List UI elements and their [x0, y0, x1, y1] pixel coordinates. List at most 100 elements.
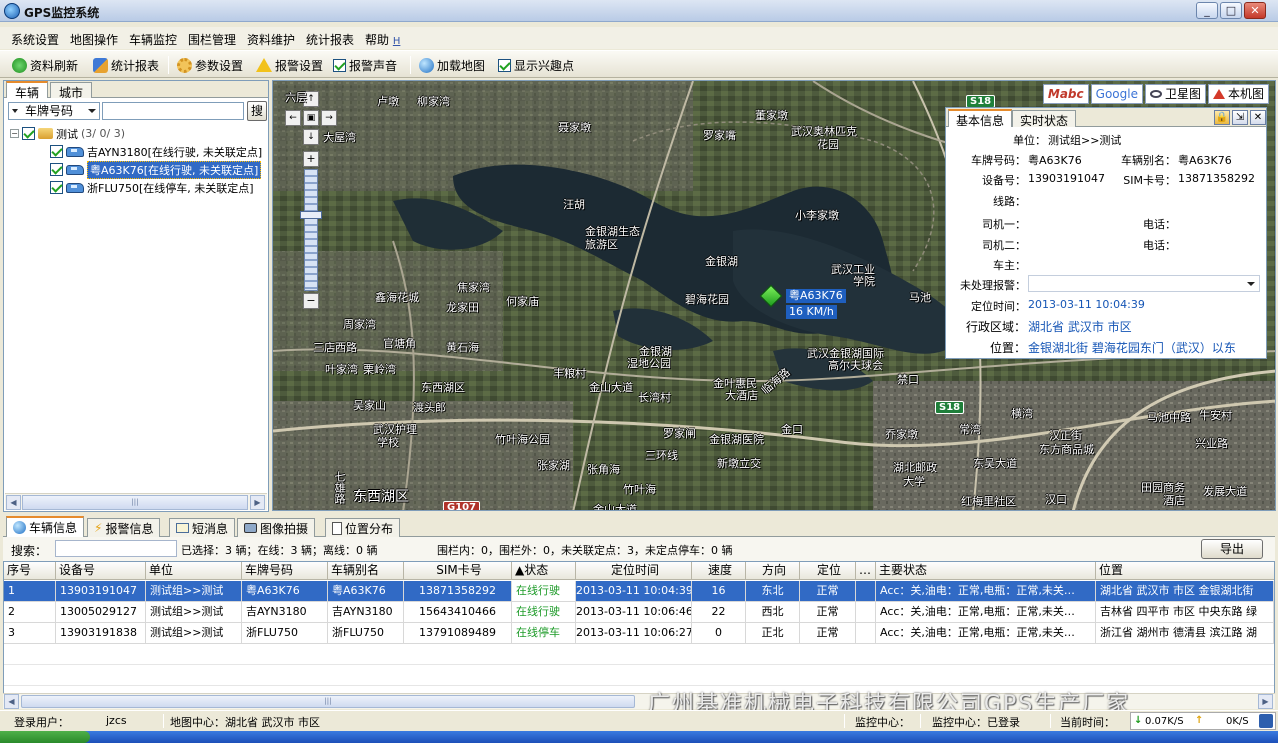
- menu-reports[interactable]: 统计报表: [306, 31, 354, 48]
- menu-map-operations[interactable]: 地图操作: [70, 31, 118, 48]
- refresh-data-button[interactable]: 资料刷新: [12, 56, 78, 74]
- map-label: 六层: [285, 91, 307, 104]
- map-label: 大酒店: [725, 389, 758, 402]
- map-label: 学院: [853, 275, 875, 288]
- cell: 正常: [800, 602, 856, 623]
- export-button[interactable]: 导出: [1201, 539, 1263, 559]
- parameter-settings-button[interactable]: 参数设置: [177, 56, 243, 74]
- popout-icon[interactable]: ⇲: [1232, 110, 1248, 125]
- col-speed[interactable]: 速度: [692, 562, 746, 580]
- tree-vehicle-row[interactable]: 吉AYN3180[在线行驶, 未关联定点]: [50, 143, 262, 160]
- col-main-status[interactable]: 主要状态: [876, 562, 1096, 580]
- col-plate[interactable]: 车牌号码: [242, 562, 328, 580]
- group-checkbox[interactable]: [22, 127, 35, 140]
- vehicle-checkbox[interactable]: [50, 181, 63, 194]
- search-label: 搜索：: [11, 544, 48, 558]
- col-more[interactable]: …: [856, 562, 876, 580]
- zoom-slider[interactable]: [304, 169, 318, 291]
- tab-sms[interactable]: 短消息: [169, 518, 236, 537]
- pan-down-icon[interactable]: ↓: [303, 129, 319, 145]
- vehicle-checkbox[interactable]: [50, 145, 63, 158]
- search-field-select[interactable]: 车牌号码: [8, 102, 100, 120]
- tree-vehicle-row[interactable]: 浙FLU750[在线停车, 未关联定点]: [50, 179, 254, 196]
- menu-data-maintenance[interactable]: 资料维护: [247, 31, 295, 48]
- alarm-sound-toggle[interactable]: 报警声音: [333, 56, 397, 74]
- scroll-thumb[interactable]: |||: [22, 495, 248, 510]
- col-direction[interactable]: 方向: [746, 562, 800, 580]
- scroll-right-icon[interactable]: ▶: [1258, 694, 1273, 709]
- map-type-satellite[interactable]: 卫星图: [1144, 84, 1206, 104]
- stats-report-button[interactable]: 统计报表: [93, 56, 159, 74]
- menu-fence-management[interactable]: 围栏管理: [188, 31, 236, 48]
- map-label: 大学: [903, 475, 925, 488]
- table-row[interactable]: 3 13903191838 测试组>>测试 浙FLU750 浙FLU750 13…: [4, 623, 1274, 644]
- col-position[interactable]: 位置: [1096, 562, 1274, 580]
- alarm-sound-label: 报警声音: [349, 58, 398, 73]
- tab-vehicles[interactable]: 车辆: [6, 81, 49, 100]
- table-row[interactable]: 2 13005029127 测试组>>测试 吉AYN3180 吉AYN3180 …: [4, 602, 1274, 623]
- col-alias[interactable]: 车辆别名: [328, 562, 404, 580]
- menu-vehicle-monitoring[interactable]: 车辆监控: [129, 31, 177, 48]
- load-map-button[interactable]: 加载地图: [419, 56, 485, 74]
- menu-system-settings[interactable]: 系统设置: [11, 31, 59, 48]
- pan-center-icon[interactable]: ▣: [303, 110, 319, 126]
- unhandled-alarm-select[interactable]: [1028, 275, 1260, 292]
- tab-alarm-info[interactable]: ⚡ 报警信息: [87, 518, 161, 537]
- pan-right-icon[interactable]: →: [321, 110, 337, 126]
- vehicle-checkbox[interactable]: [50, 163, 63, 176]
- show-poi-toggle[interactable]: 显示兴趣点: [498, 56, 574, 74]
- alarm-sound-checkbox[interactable]: [333, 58, 346, 72]
- lock-icon[interactable]: 🔒: [1214, 110, 1230, 125]
- start-button[interactable]: [0, 731, 90, 743]
- col-time[interactable]: 定位时间: [576, 562, 692, 580]
- tree-vehicle-row-selected[interactable]: 粤A63K76[在线行驶, 未关联定点]: [50, 160, 262, 179]
- driver1-label: 司机一：: [982, 218, 1026, 231]
- zoom-out-icon[interactable]: −: [303, 293, 319, 309]
- menu-help[interactable]: 帮助 H: [365, 31, 400, 48]
- col-sim[interactable]: SIM卡号: [404, 562, 512, 580]
- vehicle-search-button[interactable]: 搜: [247, 101, 267, 121]
- tab-cities[interactable]: 城市: [50, 82, 93, 100]
- map-label: 学校: [377, 436, 399, 449]
- col-device[interactable]: 设备号: [56, 562, 146, 580]
- zoom-slider-thumb[interactable]: [300, 211, 322, 219]
- col-unit[interactable]: 单位: [146, 562, 242, 580]
- left-horizontal-scrollbar[interactable]: ◀ ||| ▶: [5, 493, 267, 510]
- alarm-settings-button[interactable]: 报警设置: [256, 56, 323, 74]
- vehicle-search-input[interactable]: [102, 102, 244, 120]
- scroll-left-icon[interactable]: ◀: [4, 694, 19, 709]
- pan-left-icon[interactable]: ←: [285, 110, 301, 126]
- fence-summary: 围栏内：0，围栏外：0，未关联定点：3，未定点停车：0 辆: [437, 544, 733, 557]
- tree-group-row[interactable]: − 测试 (3/ 0/ 3): [10, 125, 125, 142]
- close-button[interactable]: ✕: [1244, 2, 1266, 19]
- tab-vehicle-info[interactable]: 车辆信息: [6, 516, 85, 537]
- plate-label: 车牌号码：: [971, 154, 1026, 167]
- map-type-google[interactable]: Google: [1090, 84, 1143, 104]
- map-label: 三环线: [645, 449, 678, 462]
- collapse-icon[interactable]: −: [10, 129, 19, 138]
- popup-close-icon[interactable]: ✕: [1250, 110, 1266, 125]
- tab-realtime-status[interactable]: 实时状态: [1012, 110, 1077, 128]
- col-status[interactable]: ▲状态: [512, 562, 576, 580]
- maximize-button[interactable]: □: [1220, 2, 1242, 19]
- map-label: 竹叶海: [623, 483, 656, 496]
- minimize-button[interactable]: _: [1196, 2, 1218, 19]
- vehicle-list-search-input[interactable]: [55, 540, 177, 557]
- col-index[interactable]: 序号: [4, 562, 56, 580]
- scroll-right-icon[interactable]: ▶: [250, 495, 265, 510]
- map-type-local[interactable]: 本机图: [1207, 84, 1269, 104]
- map-type-mabc[interactable]: Mabc: [1042, 84, 1089, 104]
- table-row[interactable]: 1 13903191047 测试组>>测试 粤A63K76 粤A63K76 13…: [4, 581, 1274, 602]
- scroll-left-icon[interactable]: ◀: [6, 495, 21, 510]
- map-label: 龙家田: [446, 301, 479, 314]
- tab-location-distribution[interactable]: 位置分布: [325, 518, 401, 537]
- tab-image-capture[interactable]: 图像拍摄: [237, 518, 316, 537]
- zoom-in-icon[interactable]: +: [303, 151, 319, 167]
- cell: 粤A63K76: [328, 581, 404, 602]
- monitor-center-status: 监控中心：已登录: [932, 716, 1020, 729]
- col-fix[interactable]: 定位: [800, 562, 856, 580]
- scroll-thumb[interactable]: |||: [21, 695, 635, 708]
- tab-basic-info[interactable]: 基本信息: [948, 109, 1013, 128]
- show-poi-checkbox[interactable]: [498, 58, 511, 72]
- vehicle-label: 粤A63K76[在线行驶, 未关联定点]: [87, 160, 262, 179]
